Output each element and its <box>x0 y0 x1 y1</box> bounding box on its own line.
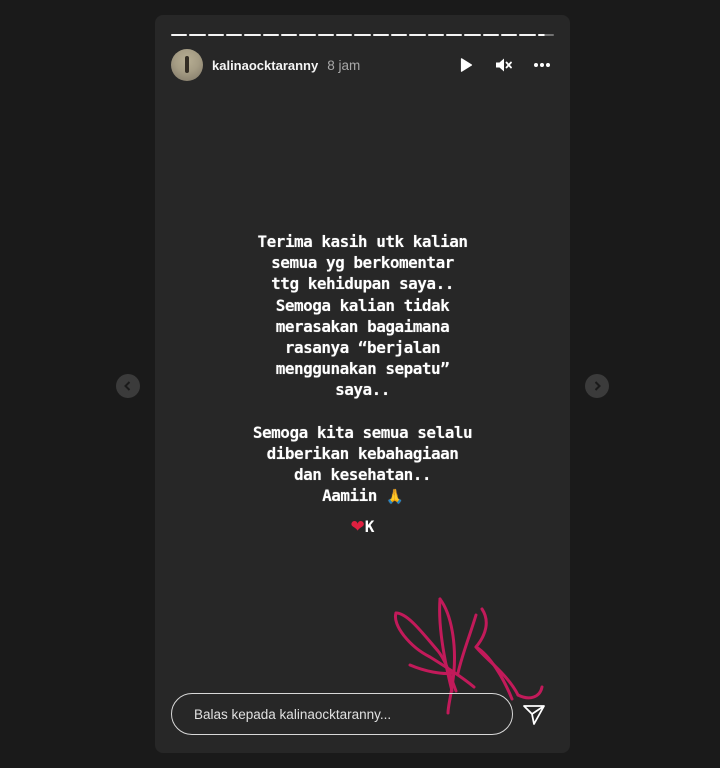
story-viewer[interactable]: kalinaocktaranny 8 jam Terima kasih utk … <box>155 15 570 753</box>
progress-segment <box>317 34 334 36</box>
progress-segment <box>189 34 206 36</box>
progress-segment <box>427 34 444 36</box>
story-progress-bar <box>171 34 554 36</box>
progress-segment <box>171 34 188 36</box>
story-controls <box>454 53 554 77</box>
chevron-left-icon <box>124 381 131 391</box>
more-horizontal-icon <box>534 63 550 67</box>
progress-segment <box>262 34 279 36</box>
progress-segment <box>280 34 298 36</box>
sign-letter: K <box>364 517 375 536</box>
progress-segment <box>409 34 426 36</box>
progress-segment <box>482 34 499 36</box>
progress-segment <box>372 34 389 36</box>
play-icon <box>460 58 473 72</box>
progress-segment <box>244 34 261 36</box>
reply-field[interactable] <box>171 693 513 735</box>
progress-segment <box>464 34 481 36</box>
play-button[interactable] <box>454 53 478 77</box>
progress-segment <box>445 34 463 36</box>
progress-segment <box>390 34 408 36</box>
mute-button[interactable] <box>492 53 516 77</box>
progress-segment <box>354 34 371 36</box>
progress-segment <box>207 34 224 36</box>
progress-segment <box>537 34 554 36</box>
send-icon <box>523 705 545 725</box>
heart-emoji: ❤ <box>350 517 365 537</box>
muted-speaker-icon <box>496 58 512 72</box>
more-options-button[interactable] <box>530 53 554 77</box>
story-caption: Terima kasih utk kalian semua yg berkome… <box>155 231 570 509</box>
story-header: kalinaocktaranny 8 jam <box>171 49 554 81</box>
reply-input[interactable] <box>192 705 496 723</box>
progress-segment <box>335 34 353 36</box>
story-sign-off: ❤K <box>155 517 570 537</box>
send-button[interactable] <box>521 702 547 728</box>
story-caption-text: Terima kasih utk kalian semua yg berkome… <box>252 232 473 506</box>
chevron-right-icon <box>594 381 601 391</box>
progress-segment <box>299 34 316 36</box>
avatar[interactable] <box>171 49 203 81</box>
progress-segment <box>519 34 536 36</box>
progress-segment <box>500 34 518 36</box>
progress-segment <box>225 34 243 36</box>
post-time: 8 jam <box>327 57 361 73</box>
username[interactable]: kalinaocktaranny <box>212 58 318 73</box>
previous-story-button[interactable] <box>116 374 140 398</box>
next-story-button[interactable] <box>585 374 609 398</box>
praying-hands-emoji: 🙏 <box>386 489 403 506</box>
